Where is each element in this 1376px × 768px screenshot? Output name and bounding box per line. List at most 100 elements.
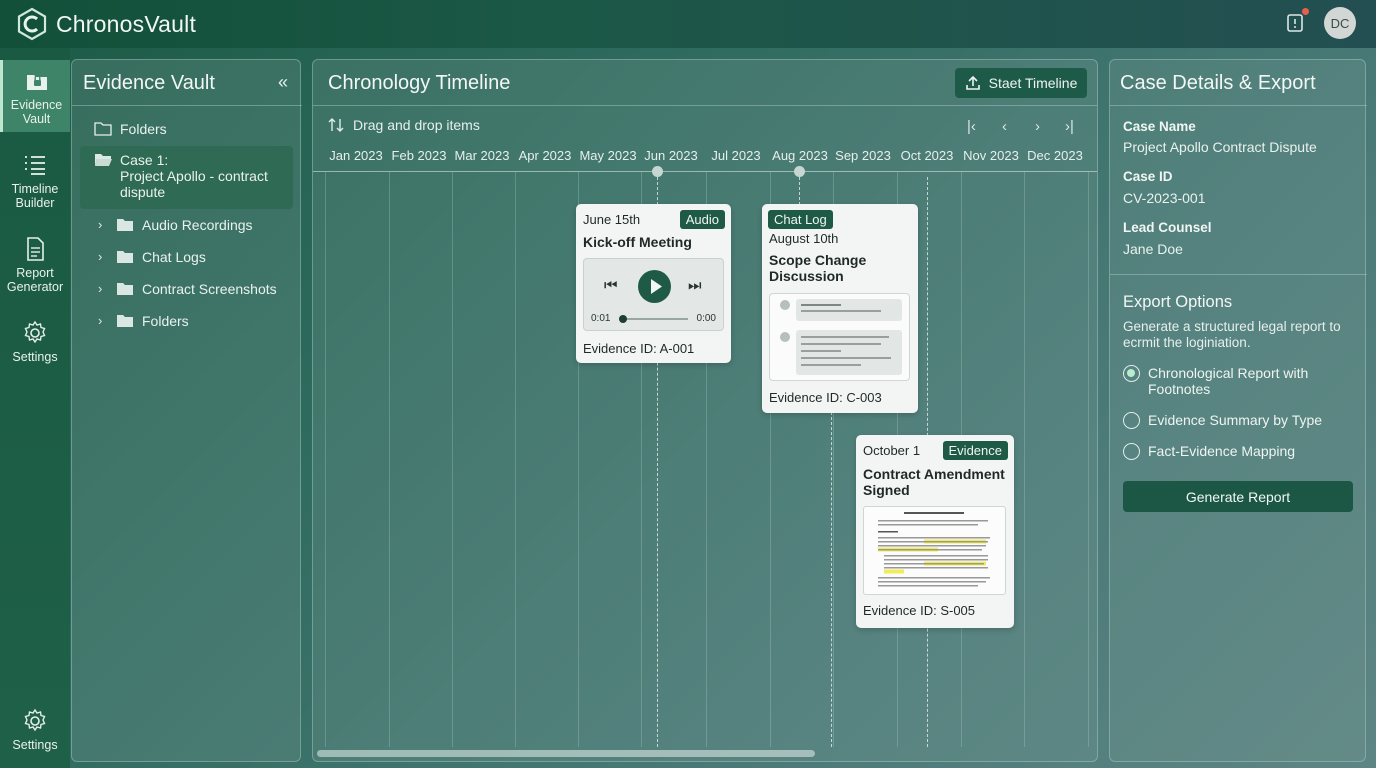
export-options-description: Generate a structured legal report to ec… [1123, 319, 1341, 350]
tree-root-label: Folders [120, 121, 167, 137]
play-icon [651, 279, 662, 294]
drag-hint: Drag and drop items [328, 117, 480, 133]
radio-unselected[interactable] [1123, 443, 1140, 460]
case-details-panel: Case Details & Export Case Name Project … [1109, 59, 1367, 762]
connector-line-chat-top [799, 177, 800, 205]
radio-selected[interactable] [1123, 365, 1140, 382]
export-option-mapping[interactable]: Fact-Evidence Mapping [1123, 443, 1295, 460]
details-divider [1110, 274, 1367, 275]
evidence-card-amendment[interactable]: October 1 Evidence Contract Amendment Si… [856, 435, 1014, 628]
user-avatar[interactable]: DC [1324, 7, 1356, 39]
app-logo-icon [17, 7, 47, 41]
skip-back-icon[interactable]: ⏮ [604, 277, 618, 294]
chevron-right-icon[interactable]: › [98, 249, 112, 264]
tree-root-folders[interactable]: Folders [94, 121, 167, 137]
lead-counsel-value: Jane Doe [1123, 241, 1183, 257]
chevron-right-icon[interactable]: › [98, 217, 112, 232]
collapse-panel-icon[interactable]: « [278, 72, 288, 93]
timeline-horizontal-scrollbar[interactable] [317, 750, 815, 757]
tree-item-chat-logs[interactable]: › Chat Logs [98, 249, 206, 265]
start-timeline-label: Staet Timeline [988, 75, 1078, 91]
timeline-marker-jun[interactable] [652, 166, 663, 177]
export-option-chronological[interactable]: Chronological Report with Footnotes [1123, 365, 1308, 397]
tree-item-folders[interactable]: › Folders [98, 313, 189, 329]
gridline [1024, 172, 1025, 747]
tree-case-item[interactable]: Case 1: Project Apollo - contract disput… [80, 146, 293, 209]
month-label: Nov 2023 [963, 148, 1019, 163]
gear-icon [24, 320, 46, 344]
audio-progress-knob[interactable] [619, 315, 628, 323]
card-tag-evidence: Evidence [942, 441, 1008, 460]
notification-icon [1287, 14, 1303, 32]
tree-item-label: Audio Recordings [142, 217, 253, 233]
radio-unselected[interactable] [1123, 412, 1140, 429]
rail-label-settings-bottom: Settings [12, 738, 58, 752]
rail-label-timeline-builder: Timeline Builder [11, 182, 59, 210]
vault-divider [72, 105, 302, 106]
tree-item-audio-recordings[interactable]: › Audio Recordings [98, 217, 253, 233]
rail-evidence-vault[interactable]: Evidence Vault [0, 60, 70, 132]
connector-line-chat [831, 412, 832, 747]
lock-folder-icon [26, 75, 47, 90]
case-id-value: CV-2023-001 [1123, 190, 1206, 206]
evidence-vault-title: Evidence Vault [83, 72, 215, 94]
skip-forward-icon[interactable]: ⏭ [688, 277, 702, 294]
details-divider [1110, 105, 1367, 106]
card-title: Contract Amendment Signed [863, 466, 1005, 498]
rail-label-evidence-vault: Evidence Vault [10, 98, 63, 126]
notifications-button[interactable] [1284, 8, 1309, 34]
chat-avatar-icon [780, 300, 790, 310]
gridline [452, 172, 453, 747]
timeline-marker-aug[interactable] [794, 166, 805, 177]
rail-report-generator[interactable]: Report Generator [0, 236, 70, 294]
case-label: Case 1: Project Apollo - contract disput… [120, 152, 268, 200]
upload-icon [965, 75, 980, 90]
card-title: Kick-off Meeting [583, 234, 692, 250]
first-page-icon[interactable]: |‹ [967, 118, 976, 135]
folder-icon [117, 315, 133, 327]
chat-bubble [796, 299, 902, 321]
rail-settings-bottom[interactable]: Settings [0, 708, 70, 752]
audio-player: ⏮ ⏭ 0:01 0:00 [583, 258, 724, 331]
prev-page-icon[interactable]: ‹ [1002, 118, 1007, 135]
card-evidence-id: Evidence ID: C-003 [769, 390, 882, 405]
timeline-title: Chronology Timeline [328, 72, 511, 94]
card-tag-audio: Audio [679, 210, 725, 229]
card-date: August 10th [769, 231, 839, 246]
left-rail: Evidence Vault Timeline Builder Report G… [0, 48, 70, 768]
evidence-vault-panel: Evidence Vault « Folders Case 1: Project… [71, 59, 302, 762]
next-page-icon[interactable]: › [1035, 118, 1040, 135]
gridline [1088, 172, 1089, 747]
rail-label-report-generator: Report Generator [6, 266, 64, 294]
card-evidence-id: Evidence ID: S-005 [863, 603, 976, 618]
rail-timeline-builder[interactable]: Timeline Builder [0, 152, 70, 210]
generate-report-button[interactable]: Generate Report [1123, 481, 1353, 512]
audio-time-end: 0:00 [696, 313, 716, 324]
audio-progress-track[interactable] [619, 315, 688, 323]
export-option-summary[interactable]: Evidence Summary by Type [1123, 412, 1322, 429]
case-id-label: Case ID [1123, 169, 1173, 184]
chevron-right-icon[interactable]: › [98, 281, 112, 296]
app-name: ChronosVault [56, 10, 197, 37]
evidence-card-chat[interactable]: Chat Log August 10th Scope Change Discus… [762, 204, 918, 413]
export-options-title: Export Options [1123, 293, 1233, 311]
document-icon [27, 237, 44, 261]
month-label: Jun 2023 [644, 148, 698, 163]
document-preview [863, 506, 1006, 595]
top-bar: ChronosVault DC [0, 0, 1376, 48]
card-title: Scope Change Discussion [769, 252, 867, 284]
rail-settings[interactable]: Settings [0, 320, 70, 364]
evidence-card-audio[interactable]: June 15th Audio Kick-off Meeting ⏮ ⏭ 0:0… [576, 204, 731, 363]
brand[interactable]: ChronosVault [16, 7, 196, 41]
folder-icon [117, 251, 133, 263]
export-option-label: Evidence Summary by Type [1148, 412, 1323, 428]
folder-open-icon [95, 154, 112, 166]
last-page-icon[interactable]: ›| [1065, 118, 1074, 135]
chevron-right-icon[interactable]: › [98, 313, 112, 328]
play-button[interactable] [638, 270, 671, 303]
card-evidence-id: Evidence ID: A-001 [583, 341, 695, 356]
case-name-value: Project Apollo Contract Dispute [1123, 139, 1317, 155]
start-timeline-button[interactable]: Staet Timeline [955, 68, 1087, 98]
tree-item-contract-screenshots[interactable]: › Contract Screenshots [98, 281, 277, 297]
gridline [389, 172, 390, 747]
